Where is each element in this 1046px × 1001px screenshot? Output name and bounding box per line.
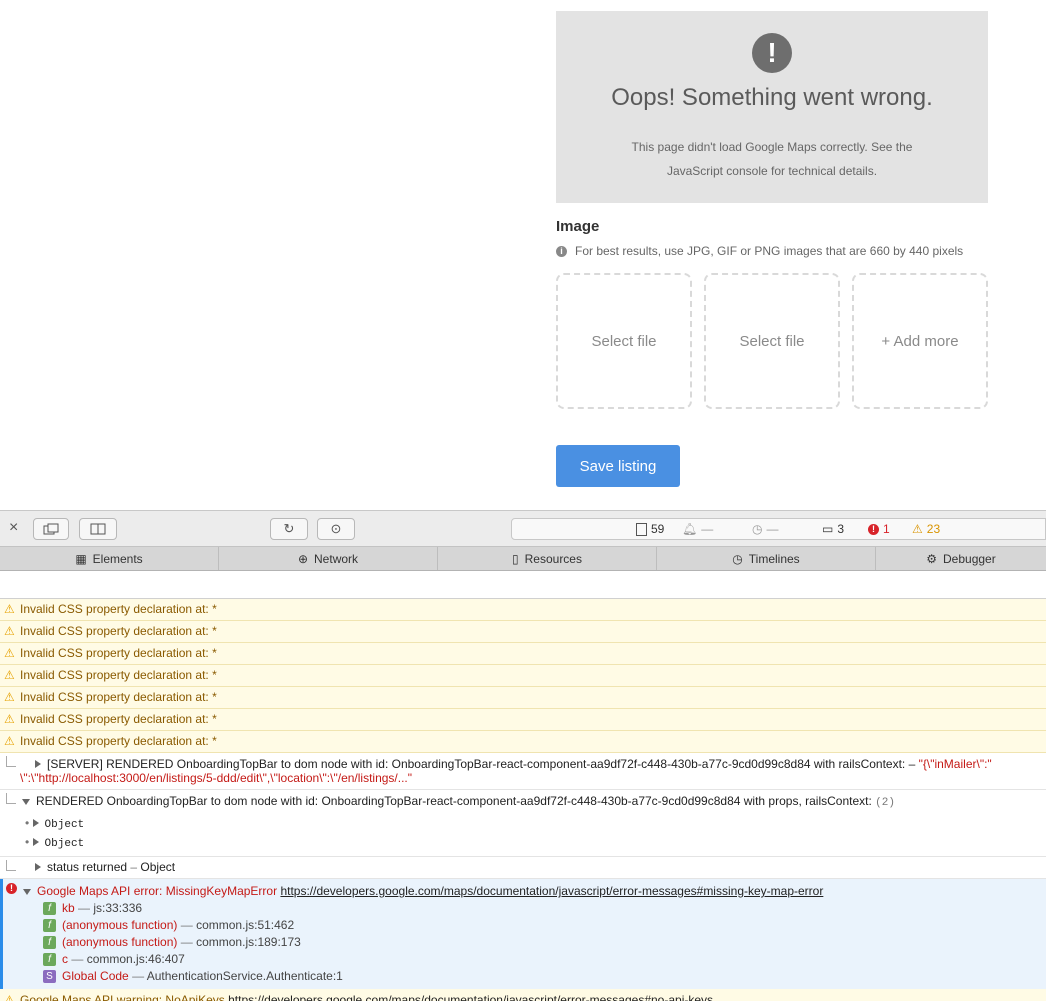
console-warning-row[interactable]: ⚠ Invalid CSS property declaration at: *: [0, 709, 1046, 731]
devtools-status-bar: 59 🔔︎ — ◷ — ▭ 3 ! 1 ⚠ 23: [511, 518, 1046, 540]
debugger-icon: ⚙: [926, 551, 938, 566]
bell-icon: 🔔︎: [682, 522, 698, 536]
rendered-log-row[interactable]: RENDERED OnboardingTopBar to dom node wi…: [0, 790, 1046, 857]
close-icon[interactable]: ×: [9, 519, 18, 537]
no-api-keys-link[interactable]: https://developers.google.com/maps/docum…: [228, 993, 713, 1001]
undock-icon: [43, 523, 59, 535]
download-button[interactable]: ⊙: [317, 518, 355, 540]
info-icon: i: [556, 245, 567, 257]
map-error-title: Oops! Something went wrong.: [611, 84, 933, 111]
devtools-tabs: ▦ Elements ⊕ Network ▯ Resources ◷ Timelines…: [0, 546, 1046, 571]
collapse-triangle-icon[interactable]: [23, 889, 31, 895]
console-log[interactable]: ⚠ Invalid CSS property declaration at: * …: [0, 571, 1046, 1001]
console-warning-row[interactable]: ⚠ Invalid CSS property declaration at: *: [0, 665, 1046, 687]
expand-triangle-icon[interactable]: [32, 838, 39, 846]
function-badge-icon: f: [43, 902, 56, 915]
maps-warning-row[interactable]: ⚠ Google Maps API warning: NoApiKeys http…: [0, 989, 1046, 1001]
reload-icon: ↻: [283, 521, 295, 536]
error-exclamation-icon: !: [752, 33, 792, 73]
script-badge-icon: S: [43, 970, 56, 983]
expand-triangle-icon[interactable]: [32, 819, 39, 827]
function-badge-icon: f: [43, 919, 56, 932]
network-icon: ⊕: [297, 551, 309, 566]
console-warning-row[interactable]: ⚠ Invalid CSS property declaration at: *: [0, 643, 1046, 665]
expand-triangle-icon[interactable]: [35, 760, 41, 768]
map-error-panel: ! Oops! Something went wrong. This page …: [556, 11, 988, 203]
timelines-icon: ◷: [732, 551, 743, 566]
warning-icon: ⚠: [4, 646, 15, 660]
warning-icon: ⚠: [4, 712, 15, 726]
warning-icon: ⚠: [4, 690, 15, 704]
dock-side-icon: [90, 523, 106, 535]
console-warning-row[interactable]: ⚠ Invalid CSS property declaration at: *: [0, 621, 1046, 643]
stack-frame[interactable]: fc — common.js:46:407: [3, 951, 1046, 968]
server-log-row[interactable]: [SERVER] RENDERED OnboardingTopBar to do…: [0, 753, 1046, 790]
log-icon: [6, 860, 16, 871]
stack-frame[interactable]: S Global Code — AuthenticationService.Aut…: [3, 968, 1046, 985]
devtools-toolbar: × ↻ ⊙ 59 🔔︎ — ◷ — ▭ 3 ! 1 ⚠ 23: [0, 510, 1046, 546]
dock-side-button[interactable]: [79, 518, 117, 540]
select-file-slot-2[interactable]: Select file: [704, 273, 840, 409]
clock-status: ◷ —: [752, 522, 779, 536]
log-count[interactable]: ▭ 3: [822, 522, 844, 536]
resources-icon: ▯: [512, 551, 519, 566]
message-icon: ▭: [822, 522, 834, 536]
console-warning-row[interactable]: ⚠ Invalid CSS property declaration at: *: [0, 731, 1046, 753]
console-spacer: [0, 571, 1046, 599]
bell-status: 🔔︎ —: [682, 522, 714, 536]
object-row-1[interactable]: • Object: [25, 814, 1046, 833]
console-warning-row[interactable]: ⚠ Invalid CSS property declaration at: *: [0, 687, 1046, 709]
console-warning-row[interactable]: ⚠ Invalid CSS property declaration at: *: [0, 599, 1046, 621]
image-heading: Image: [556, 218, 600, 235]
warning-icon: ⚠: [4, 602, 15, 616]
warning-icon: ⚠: [912, 522, 923, 536]
clock-icon: ◷: [752, 522, 763, 536]
tab-elements[interactable]: ▦ Elements: [0, 547, 219, 570]
elements-icon: ▦: [75, 551, 87, 566]
stack-frame[interactable]: f (anonymous function) — common.js:51:462: [3, 917, 1046, 934]
expand-triangle-icon[interactable]: [35, 863, 41, 871]
warning-icon: ⚠: [4, 993, 15, 1001]
warning-icon: ⚠: [4, 624, 15, 638]
tab-debugger[interactable]: ⚙ Debugger: [876, 547, 1046, 570]
function-badge-icon: f: [43, 936, 56, 949]
stack-frame[interactable]: f (anonymous function) — common.js:189:17…: [3, 934, 1046, 951]
warning-icon: ⚠: [4, 734, 15, 748]
download-icon: ⊙: [330, 521, 342, 536]
warning-count[interactable]: ⚠ 23: [912, 522, 940, 536]
map-error-message: This page didn't load Google Maps correc…: [631, 140, 913, 178]
select-file-slot-1[interactable]: Select file: [556, 273, 692, 409]
error-icon: !: [6, 883, 17, 894]
status-log-row[interactable]: status returned – Object: [0, 857, 1046, 879]
error-icon: !: [868, 523, 879, 535]
collapse-triangle-icon[interactable]: [22, 799, 30, 805]
error-count[interactable]: ! 1: [868, 522, 890, 536]
image-hint: i For best results, use JPG, GIF or PNG …: [556, 244, 963, 258]
reload-button[interactable]: ↻: [270, 518, 308, 540]
tab-resources[interactable]: ▯ Resources: [438, 547, 657, 570]
tab-timelines[interactable]: ◷ Timelines: [657, 547, 876, 570]
function-badge-icon: f: [43, 953, 56, 966]
object-row-2[interactable]: • Object: [25, 833, 1046, 852]
warning-icon: ⚠: [4, 668, 15, 682]
maps-error-row[interactable]: ! Google Maps API error: MissingKeyMapEr…: [0, 879, 1046, 989]
add-more-slot[interactable]: + Add more: [852, 273, 988, 409]
save-listing-button[interactable]: Save listing: [556, 445, 680, 487]
resource-count[interactable]: 59: [636, 522, 664, 536]
missing-key-error-link[interactable]: https://developers.google.com/maps/docum…: [280, 884, 823, 898]
stack-frame[interactable]: f kb — js:33:336: [3, 900, 1046, 917]
log-icon: [6, 793, 16, 804]
tab-network[interactable]: ⊕ Network: [219, 547, 438, 570]
log-icon: [6, 756, 16, 767]
undock-button[interactable]: [33, 518, 69, 540]
document-icon: [636, 522, 647, 536]
